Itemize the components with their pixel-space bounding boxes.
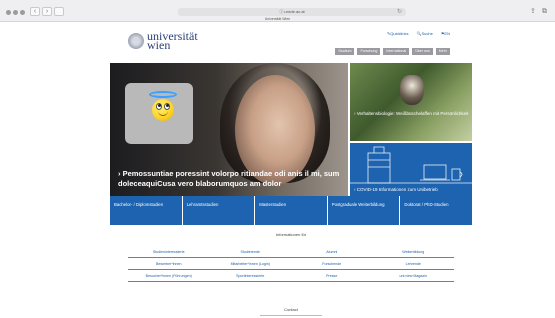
menu-item-ueber-uns[interactable]: Über uns	[412, 48, 433, 55]
info-link[interactable]: Mitarbeiter*innen (Login)	[210, 258, 292, 269]
study-master[interactable]: Masterstudien	[255, 196, 327, 225]
halo-icon	[149, 91, 177, 98]
info-link[interactable]: Forschende	[291, 258, 373, 269]
feature-caption-covid[interactable]: › COVID-19 Informationen zum Unibetrieb	[354, 187, 438, 193]
study-lehramt[interactable]: Lehramtsstudien	[182, 196, 255, 225]
info-link[interactable]: Presse	[291, 270, 373, 281]
studies-navigation: Bachelor- / Diplomstudien Lehramtsstudie…	[110, 196, 472, 225]
info-links-grid: Studieninteressierte Studierende Alumni …	[128, 246, 454, 282]
browser-window: ‹ › ⓘ univie.ac.at ↻ ⇪ ⧉ Universität Wie…	[0, 0, 555, 318]
info-row: Studieninteressierte Studierende Alumni …	[128, 246, 454, 258]
back-button[interactable]: ‹	[30, 7, 40, 16]
logo-wordmark: universität wien	[147, 30, 198, 51]
quicklinks-link[interactable]: ✎Quicklinks	[387, 31, 409, 36]
url-text: ⓘ univie.ac.at	[279, 9, 305, 14]
emoji-overlay-box	[125, 83, 193, 144]
main-menu: Studium Forschung International Über uns…	[335, 48, 450, 55]
info-link[interactable]: Bewerber*innen	[128, 258, 210, 269]
info-row: Besucher*innen (Führungen) Sportinteress…	[128, 270, 454, 282]
covid-illustration-icon	[350, 146, 472, 184]
info-link[interactable]: Weiterbildung	[373, 246, 455, 257]
feature-caption-primates[interactable]: › Verhaltensbiologie: Weißbüschelaffen m…	[354, 111, 469, 117]
emoji-eye-left	[156, 103, 162, 110]
hero-teaser[interactable]: › Pemossuntiae poressint volorpo ritiand…	[110, 63, 348, 196]
feature-teaser-covid[interactable]: › COVID-19 Informationen zum Unibetrieb	[350, 143, 472, 196]
info-link[interactable]: Lehrende	[373, 258, 455, 269]
study-bachelor[interactable]: Bachelor- / Diplomstudien	[110, 196, 182, 225]
info-link[interactable]: Studierende	[210, 246, 292, 257]
share-icon[interactable]: ⇪	[530, 7, 536, 16]
emoji-smile	[158, 111, 168, 116]
feature-teaser-primates[interactable]: › Verhaltensbiologie: Weißbüschelaffen m…	[350, 63, 472, 141]
info-link[interactable]: Besucher*innen (Führungen)	[128, 270, 210, 281]
menu-item-studium[interactable]: Studium	[335, 48, 355, 55]
menu-item-forschung[interactable]: Forschung	[357, 48, 381, 55]
browser-toolbar: ‹ › ⓘ univie.ac.at ↻ ⇪ ⧉ Universität Wie…	[0, 0, 555, 22]
hero-caption[interactable]: › Pemossuntiae poressint volorpo ritiand…	[118, 169, 343, 189]
contact-heading: Contact	[284, 307, 298, 312]
forward-button[interactable]: ›	[42, 7, 52, 16]
reload-icon[interactable]: ↻	[397, 8, 402, 16]
study-doktorat[interactable]: Doktorat / PhD-Studien	[400, 196, 472, 225]
zoom-window-button[interactable]	[20, 10, 25, 15]
menu-item-mehr[interactable]: Mehr	[435, 48, 450, 55]
address-bar[interactable]: ⓘ univie.ac.at ↻	[178, 8, 406, 16]
study-weiterbildung[interactable]: Postgraduale Weiterbildung	[327, 196, 400, 225]
minimize-window-button[interactable]	[13, 10, 18, 15]
sidebar-toggle-icon[interactable]	[54, 7, 64, 16]
info-link[interactable]: uni:view Magazin	[373, 270, 455, 281]
web-page: universität wien ✎Quicklinks 🔍Suche ⚑EN …	[110, 22, 472, 318]
info-row: Bewerber*innen Mitarbeiter*innen (Login)…	[128, 258, 454, 270]
tabs-icon[interactable]: ⧉	[542, 7, 547, 16]
innocent-emoji-icon	[149, 91, 177, 121]
search-link[interactable]: 🔍Suche	[417, 31, 433, 36]
menu-item-international[interactable]: International	[383, 48, 410, 55]
contact-divider	[260, 315, 322, 316]
top-links: ✎Quicklinks 🔍Suche ⚑EN	[387, 31, 450, 36]
info-section-title: Informationen für	[275, 232, 307, 237]
language-link[interactable]: ⚑EN	[441, 31, 450, 36]
info-link[interactable]: Studieninteressierte	[128, 246, 210, 257]
close-window-button[interactable]	[6, 10, 11, 15]
emoji-eye-right	[164, 103, 170, 110]
marmoset-photo	[400, 75, 424, 105]
university-logo[interactable]: universität wien	[128, 30, 198, 52]
info-link[interactable]: Sportinteressierte	[210, 270, 292, 281]
seal-icon	[128, 33, 144, 49]
info-link[interactable]: Alumni	[291, 246, 373, 257]
